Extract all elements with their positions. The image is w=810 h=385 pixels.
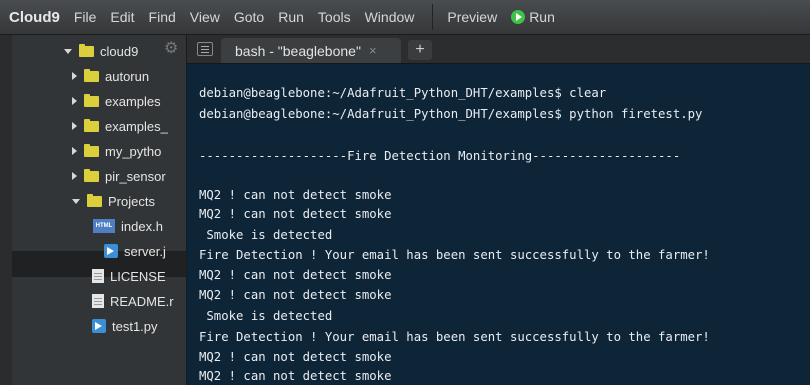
tree-item-readme[interactable]: README.r xyxy=(92,288,174,314)
tree-label: cloud9 xyxy=(100,43,139,59)
close-icon[interactable]: × xyxy=(369,43,377,58)
chevron-down-icon xyxy=(64,48,72,54)
folder-icon xyxy=(79,43,94,57)
terminal-line: MQ2 ! can not detect smoke xyxy=(199,350,392,364)
folder-icon xyxy=(84,168,99,182)
menu-edit[interactable]: Edit xyxy=(110,9,134,25)
terminal-line: MQ2 ! can not detect smoke xyxy=(199,268,392,282)
terminal-line: debian@beaglebone:~/Adafruit_Python_DHT/… xyxy=(199,86,607,100)
tree-label: README.r xyxy=(110,293,174,309)
chevron-right-icon xyxy=(72,72,77,80)
tree-item-pir-sensor[interactable]: pir_sensor xyxy=(72,163,166,189)
tree-item-index-html[interactable]: HTML index.h xyxy=(93,213,163,239)
tree-label: LICENSE xyxy=(110,268,166,284)
tree-item-test1-py[interactable]: test1.py xyxy=(92,313,158,339)
js-file-icon xyxy=(104,244,118,258)
tree-item-server-js[interactable]: server.j xyxy=(104,238,166,264)
folder-icon xyxy=(87,193,102,207)
menu-window[interactable]: Window xyxy=(365,9,415,25)
terminal-line: MQ2 ! can not detect smoke xyxy=(199,369,392,383)
tree-item-examples-2[interactable]: examples_ xyxy=(72,113,168,139)
menu-file[interactable]: File xyxy=(74,9,97,25)
tab-menu-icon[interactable] xyxy=(197,42,213,56)
folder-icon xyxy=(84,143,99,157)
terminal-line: Fire Detection ! Your email has been sen… xyxy=(199,248,710,262)
tree-item-my-python[interactable]: my_pytho xyxy=(72,138,161,164)
play-icon xyxy=(511,10,526,24)
folder-icon xyxy=(84,68,99,82)
menu-bar: Cloud9 File Edit Find View Goto Run Tool… xyxy=(0,0,810,35)
preview-button[interactable]: Preview xyxy=(447,9,497,25)
tree-label: my_pytho xyxy=(105,143,162,159)
chevron-right-icon xyxy=(72,147,77,155)
document-icon xyxy=(92,294,104,308)
tree-root-cloud9[interactable]: cloud9 xyxy=(64,38,138,64)
terminal-line: Smoke is detected xyxy=(199,309,333,323)
folder-icon xyxy=(84,118,99,132)
tree-label: Projects xyxy=(108,193,155,209)
terminal-output[interactable]: debian@beaglebone:~/Adafruit_Python_DHT/… xyxy=(187,64,810,385)
chevron-right-icon xyxy=(72,122,77,130)
folder-icon xyxy=(84,93,99,107)
menu-divider xyxy=(432,4,434,30)
terminal-line: MQ2 ! can not detect smoke xyxy=(199,288,392,302)
tree-label: pir_sensor xyxy=(105,168,166,184)
tree-label: index.h xyxy=(121,218,163,234)
chevron-down-icon xyxy=(72,198,80,204)
gear-icon[interactable]: ⚙ xyxy=(164,38,178,58)
tree-label: test1.py xyxy=(112,318,158,334)
tree-item-license[interactable]: LICENSE xyxy=(92,263,166,289)
document-icon xyxy=(92,269,104,283)
menu-find[interactable]: Find xyxy=(149,9,176,25)
tree-label: examples xyxy=(105,93,161,109)
tree-label: server.j xyxy=(124,243,166,259)
add-tab-button[interactable]: + xyxy=(408,40,432,60)
html-file-icon: HTML xyxy=(93,219,115,233)
menu-view[interactable]: View xyxy=(190,9,220,25)
terminal-line: MQ2 ! can not detect smoke xyxy=(199,207,392,221)
python-file-icon xyxy=(92,319,106,333)
tab-label: bash - "beaglebone" xyxy=(235,42,361,59)
tree-label: autorun xyxy=(105,68,150,84)
tree-item-projects[interactable]: Projects xyxy=(72,188,155,214)
tree-label: examples_ xyxy=(105,118,168,134)
chevron-right-icon xyxy=(72,97,77,105)
run-label: Run xyxy=(529,9,555,25)
file-tree: ⚙ cloud9 autorun examples examples_ my_p… xyxy=(12,35,187,385)
tree-item-autorun[interactable]: autorun xyxy=(72,63,149,89)
tab-bar: bash - "beaglebone" × + xyxy=(187,35,810,64)
terminal-line: debian@beaglebone:~/Adafruit_Python_DHT/… xyxy=(199,107,703,121)
app-brand[interactable]: Cloud9 xyxy=(9,9,60,26)
menu-tools[interactable]: Tools xyxy=(318,9,351,25)
terminal-line: Fire Detection ! Your email has been sen… xyxy=(199,330,710,344)
run-button[interactable]: Run xyxy=(511,9,555,25)
tab-bash-beaglebone[interactable]: bash - "beaglebone" × xyxy=(221,38,401,63)
menu-goto[interactable]: Goto xyxy=(234,9,264,25)
menu-run[interactable]: Run xyxy=(278,9,304,25)
tree-item-examples[interactable]: examples xyxy=(72,88,161,114)
chevron-right-icon xyxy=(72,172,77,180)
terminal-line: MQ2 ! can not detect smoke xyxy=(199,188,392,202)
terminal-line: --------------------Fire Detection Monit… xyxy=(199,149,681,163)
terminal-line: Smoke is detected xyxy=(199,228,333,242)
